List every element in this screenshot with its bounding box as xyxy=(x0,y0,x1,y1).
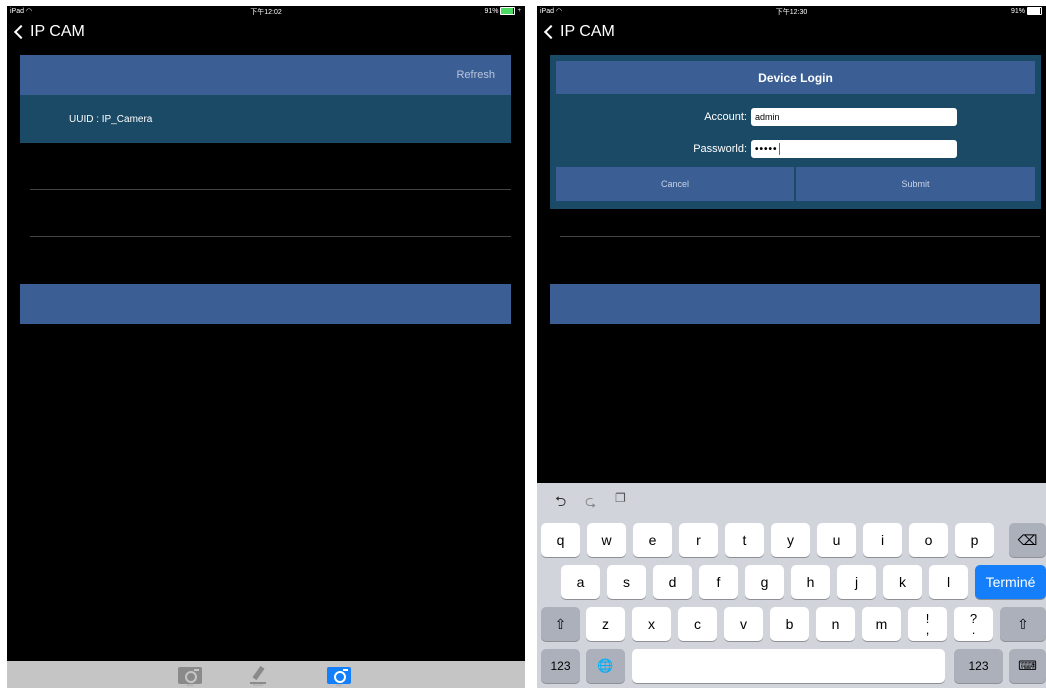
tab-record[interactable]: Record xyxy=(244,663,272,687)
key-x[interactable]: x xyxy=(632,607,671,641)
question-period-key[interactable]: ?. xyxy=(954,607,993,641)
left-screen: iPad ◠ 下午12:02 91% + IP CAM Refresh UUID … xyxy=(7,6,525,688)
key-n[interactable]: n xyxy=(816,607,855,641)
back-button[interactable]: IP CAM xyxy=(11,23,85,41)
period-label: . xyxy=(971,622,976,637)
key-q[interactable]: q xyxy=(541,523,580,557)
battery-indicator: 91% xyxy=(1011,7,1042,15)
key-m[interactable]: m xyxy=(862,607,901,641)
battery-percent: 91% xyxy=(1010,7,1025,15)
key-d[interactable]: d xyxy=(653,565,692,599)
keyboard-toolbar: ⮌ ⮎ ❐ xyxy=(537,483,1046,513)
numbers-key[interactable]: 123 xyxy=(541,649,580,683)
right-screen: iPad ◠ 下午12:30 91% IP CAM Device Login A… xyxy=(537,6,1046,688)
back-title: IP CAM xyxy=(30,23,85,40)
key-c[interactable]: c xyxy=(678,607,717,641)
tab-record-label: Record xyxy=(253,683,263,687)
account-value: admin xyxy=(755,112,780,122)
done-key[interactable]: Terminé xyxy=(975,565,1046,599)
chevron-left-icon xyxy=(543,24,559,40)
redo-icon[interactable]: ⮎ xyxy=(585,491,596,515)
charging-icon: + xyxy=(517,8,521,14)
shift-key[interactable]: ⇧ xyxy=(541,607,580,641)
key-h[interactable]: h xyxy=(791,565,830,599)
status-time: 下午12:02 xyxy=(250,9,282,16)
comma-label: , xyxy=(925,622,930,637)
onscreen-keyboard: ⮌ ⮎ ❐ q w e r t y u i o p ⌫ a s d f g h j k l Terminé ⇧ z x c v b n… xyxy=(537,483,1046,688)
account-label: Account: xyxy=(704,111,747,123)
tab-snap[interactable]: Snap xyxy=(176,663,204,687)
undo-icon[interactable]: ⮌ xyxy=(555,491,566,515)
nav-bar: IP CAM xyxy=(537,21,1046,43)
key-t[interactable]: t xyxy=(725,523,764,557)
back-title: IP CAM xyxy=(560,23,615,40)
tab-bar: Snap Record Cam xyxy=(7,661,525,688)
back-button[interactable]: IP CAM xyxy=(541,23,615,41)
battery-icon xyxy=(1027,7,1042,15)
chevron-left-icon xyxy=(13,24,29,40)
battery-indicator: 91% + xyxy=(484,7,521,15)
backspace-key[interactable]: ⌫ xyxy=(1009,523,1046,557)
status-bar: iPad ◠ 下午12:30 91% xyxy=(537,6,1046,20)
dialog-title: Device Login xyxy=(556,61,1035,94)
password-label: Passworld: xyxy=(693,143,747,155)
key-o[interactable]: o xyxy=(909,523,948,557)
key-a[interactable]: a xyxy=(561,565,600,599)
refresh-header: Refresh xyxy=(20,55,511,95)
numbers-key-right[interactable]: 123 xyxy=(954,649,1003,683)
text-caret xyxy=(778,143,780,155)
empty-blue-row[interactable] xyxy=(20,284,511,324)
key-y[interactable]: y xyxy=(771,523,810,557)
cancel-button[interactable]: Cancel xyxy=(556,167,794,201)
battery-percent: 91% xyxy=(484,7,499,15)
key-i[interactable]: i xyxy=(863,523,902,557)
exclamation-comma-key[interactable]: !, xyxy=(908,607,947,641)
globe-icon[interactable]: 🌐 xyxy=(586,649,625,683)
key-p[interactable]: p xyxy=(955,523,994,557)
tab-cam[interactable]: Cam xyxy=(325,663,353,687)
pen-icon xyxy=(249,666,267,684)
nav-bar: IP CAM xyxy=(7,21,525,43)
key-g[interactable]: g xyxy=(745,565,784,599)
key-r[interactable]: r xyxy=(679,523,718,557)
submit-button[interactable]: Submit xyxy=(796,167,1035,201)
divider xyxy=(30,236,511,237)
key-j[interactable]: j xyxy=(837,565,876,599)
status-bar: iPad ◠ 下午12:02 91% + xyxy=(7,6,525,20)
key-k[interactable]: k xyxy=(883,565,922,599)
key-f[interactable]: f xyxy=(699,565,738,599)
device-row[interactable]: UUID : IP_Camera xyxy=(20,95,511,143)
key-w[interactable]: w xyxy=(587,523,626,557)
key-z[interactable]: z xyxy=(586,607,625,641)
shift-key-right[interactable]: ⇧ xyxy=(1000,607,1046,641)
divider xyxy=(30,189,511,190)
space-key[interactable] xyxy=(632,649,945,683)
paste-icon[interactable]: ❐ xyxy=(615,491,626,505)
key-l[interactable]: l xyxy=(929,565,968,599)
password-value: ••••• xyxy=(755,143,778,155)
device-uuid-label: UUID : IP_Camera xyxy=(69,114,153,125)
key-b[interactable]: b xyxy=(770,607,809,641)
tab-snap-label: Snap xyxy=(186,683,194,687)
divider xyxy=(560,236,1040,237)
account-field[interactable]: admin xyxy=(751,108,957,126)
refresh-button[interactable]: Refresh xyxy=(456,69,495,81)
key-v[interactable]: v xyxy=(724,607,763,641)
password-field[interactable]: ••••• xyxy=(751,140,957,158)
status-time: 下午12:30 xyxy=(775,9,808,16)
camera-icon xyxy=(327,666,351,684)
empty-blue-row[interactable] xyxy=(550,284,1040,324)
key-e[interactable]: e xyxy=(633,523,672,557)
key-s[interactable]: s xyxy=(607,565,646,599)
keyboard-dismiss-icon[interactable]: ⌨ xyxy=(1009,649,1046,683)
tab-cam-label: Cam xyxy=(335,683,343,687)
login-dialog: Device Login Account: admin Passworld: •… xyxy=(550,55,1041,209)
camera-icon xyxy=(178,666,202,684)
key-u[interactable]: u xyxy=(817,523,856,557)
battery-icon xyxy=(500,7,516,15)
